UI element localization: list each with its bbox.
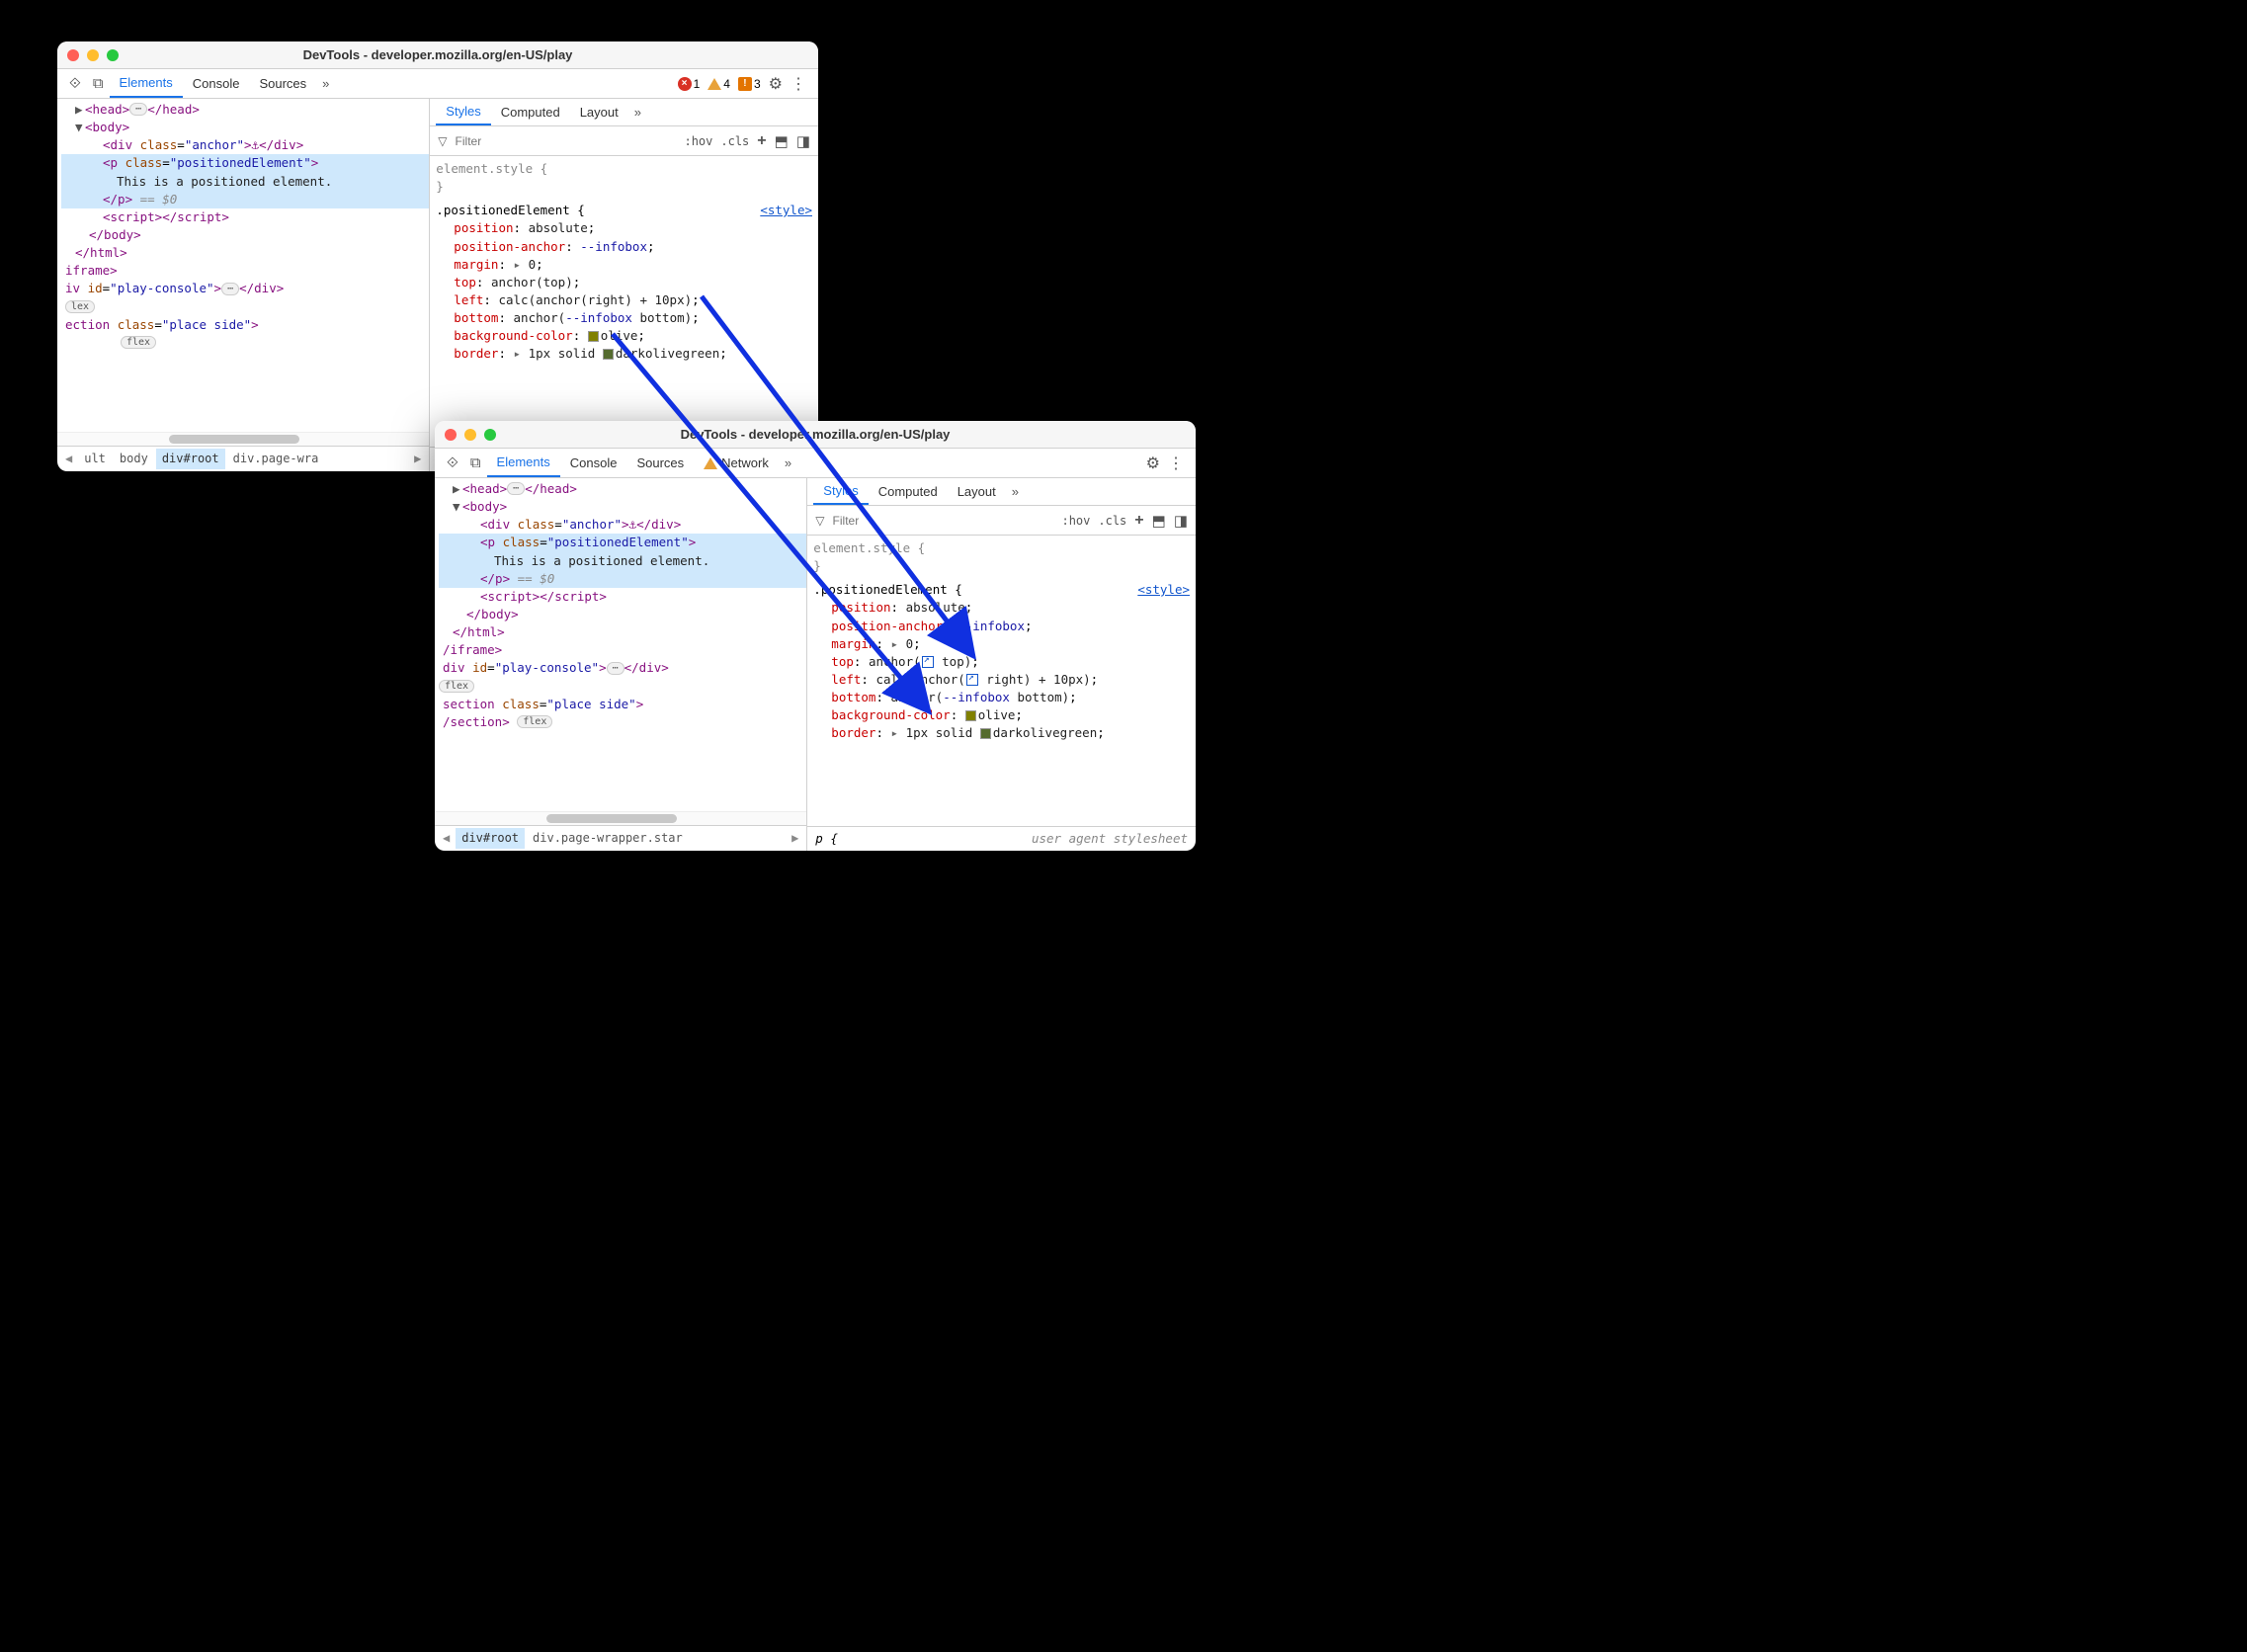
filter-input[interactable] bbox=[456, 134, 609, 148]
panel-icon[interactable]: ◨ bbox=[1174, 512, 1188, 530]
style-source-link[interactable]: <style> bbox=[1137, 581, 1190, 599]
funnel-icon[interactable]: ▽ bbox=[815, 514, 824, 528]
plus-icon[interactable]: + bbox=[1134, 512, 1143, 530]
minimize-icon[interactable] bbox=[464, 429, 476, 441]
selected-node[interactable]: <p class="positionedElement"> bbox=[61, 154, 429, 172]
window-title: DevTools - developer.mozilla.org/en-US/p… bbox=[435, 427, 1196, 442]
zoom-icon[interactable] bbox=[484, 429, 496, 441]
brush-icon[interactable]: ⬒ bbox=[775, 132, 789, 150]
subtab-computed[interactable]: Computed bbox=[869, 478, 948, 505]
device-toggle-icon[interactable]: ⧉ bbox=[464, 449, 487, 477]
subtab-computed[interactable]: Computed bbox=[491, 99, 570, 125]
hov-toggle[interactable]: :hov bbox=[684, 134, 712, 148]
brush-icon[interactable]: ⬒ bbox=[1152, 512, 1166, 530]
plus-icon[interactable]: + bbox=[757, 132, 766, 150]
style-source-link[interactable]: <style> bbox=[760, 202, 812, 219]
breadcrumb[interactable]: ◀ ult body div#root div.page-wra ▶ bbox=[57, 446, 429, 471]
tab-console[interactable]: Console bbox=[183, 69, 250, 98]
subtab-layout[interactable]: Layout bbox=[570, 99, 628, 125]
titlebar[interactable]: DevTools - developer.mozilla.org/en-US/p… bbox=[435, 421, 1196, 449]
close-icon[interactable] bbox=[67, 49, 79, 61]
chevron-left-icon[interactable]: ◀ bbox=[61, 451, 76, 467]
tab-sources[interactable]: Sources bbox=[249, 69, 316, 98]
window-title: DevTools - developer.mozilla.org/en-US/p… bbox=[57, 47, 818, 62]
styles-rules[interactable]: element.style { } <style>.positionedElem… bbox=[807, 536, 1196, 826]
error-badge[interactable]: ×1 bbox=[678, 77, 701, 91]
subtab-styles[interactable]: Styles bbox=[436, 99, 490, 125]
hscroll[interactable] bbox=[435, 811, 806, 825]
dom-tree[interactable]: ▶<head>⋯</head> ▼<body> <div class="anch… bbox=[435, 478, 806, 811]
main-tabbar: ⟐ ⧉ Elements Console Sources » ×1 4 !3 ⚙… bbox=[57, 69, 818, 99]
more-subtabs-icon[interactable]: » bbox=[628, 99, 647, 125]
anchor-link-icon[interactable] bbox=[922, 656, 934, 668]
more-tabs-icon[interactable]: » bbox=[779, 449, 797, 477]
warning-badge[interactable]: 4 bbox=[707, 77, 730, 91]
info-badge[interactable]: !3 bbox=[738, 77, 761, 91]
zoom-icon[interactable] bbox=[107, 49, 119, 61]
device-toggle-icon[interactable]: ⧉ bbox=[87, 69, 110, 98]
filter-input[interactable] bbox=[833, 514, 986, 528]
cls-toggle[interactable]: .cls bbox=[720, 134, 749, 148]
styles-subtabs: Styles Computed Layout » bbox=[430, 99, 818, 126]
tab-network[interactable]: Network bbox=[694, 449, 779, 477]
subtab-styles[interactable]: Styles bbox=[813, 478, 868, 505]
tab-console[interactable]: Console bbox=[560, 449, 627, 477]
more-subtabs-icon[interactable]: » bbox=[1006, 478, 1025, 505]
hscroll[interactable] bbox=[57, 432, 429, 446]
chevron-right-icon[interactable]: ▶ bbox=[788, 830, 802, 847]
filter-bar: ▽ :hov .cls + ⬒ ◨ bbox=[430, 126, 818, 156]
titlebar[interactable]: DevTools - developer.mozilla.org/en-US/p… bbox=[57, 41, 818, 69]
minimize-icon[interactable] bbox=[87, 49, 99, 61]
settings-icon[interactable]: ⚙ bbox=[769, 74, 783, 94]
anchor-link-icon[interactable] bbox=[966, 674, 978, 686]
settings-icon[interactable]: ⚙ bbox=[1146, 454, 1160, 473]
selected-node[interactable]: <p class="positionedElement"> bbox=[439, 534, 806, 551]
filter-bar: ▽ :hov .cls + ⬒ ◨ bbox=[807, 506, 1196, 536]
traffic-lights bbox=[67, 49, 119, 61]
styles-subtabs: Styles Computed Layout » bbox=[807, 478, 1196, 506]
styles-footer: user agent stylesheet p { bbox=[807, 826, 1196, 851]
tab-sources[interactable]: Sources bbox=[626, 449, 694, 477]
traffic-lights bbox=[445, 429, 496, 441]
devtools-window-after: DevTools - developer.mozilla.org/en-US/p… bbox=[435, 421, 1196, 851]
chevron-right-icon[interactable]: ▶ bbox=[410, 451, 425, 467]
tab-elements[interactable]: Elements bbox=[487, 449, 560, 477]
devtools-window-before: DevTools - developer.mozilla.org/en-US/p… bbox=[57, 41, 818, 471]
close-icon[interactable] bbox=[445, 429, 457, 441]
inspect-icon[interactable]: ⟐ bbox=[441, 449, 464, 477]
more-tabs-icon[interactable]: » bbox=[316, 69, 335, 98]
main-tabbar: ⟐ ⧉ Elements Console Sources Network » ⚙… bbox=[435, 449, 1196, 478]
kebab-menu-icon[interactable]: ⋮ bbox=[791, 74, 806, 94]
kebab-menu-icon[interactable]: ⋮ bbox=[1168, 454, 1184, 473]
hov-toggle[interactable]: :hov bbox=[1061, 514, 1090, 528]
tab-elements[interactable]: Elements bbox=[110, 69, 183, 98]
inspect-icon[interactable]: ⟐ bbox=[63, 69, 87, 98]
styles-rules[interactable]: element.style { } <style>.positionedElem… bbox=[430, 156, 818, 447]
chevron-left-icon[interactable]: ◀ bbox=[439, 830, 454, 847]
panel-icon[interactable]: ◨ bbox=[796, 132, 810, 150]
cls-toggle[interactable]: .cls bbox=[1098, 514, 1126, 528]
breadcrumb[interactable]: ◀ div#root div.page-wrapper.star ▶ bbox=[435, 825, 806, 851]
dom-tree[interactable]: ▶<head>⋯</head> ▼<body> <div class="anch… bbox=[57, 99, 429, 432]
subtab-layout[interactable]: Layout bbox=[948, 478, 1006, 505]
funnel-icon[interactable]: ▽ bbox=[438, 134, 447, 148]
